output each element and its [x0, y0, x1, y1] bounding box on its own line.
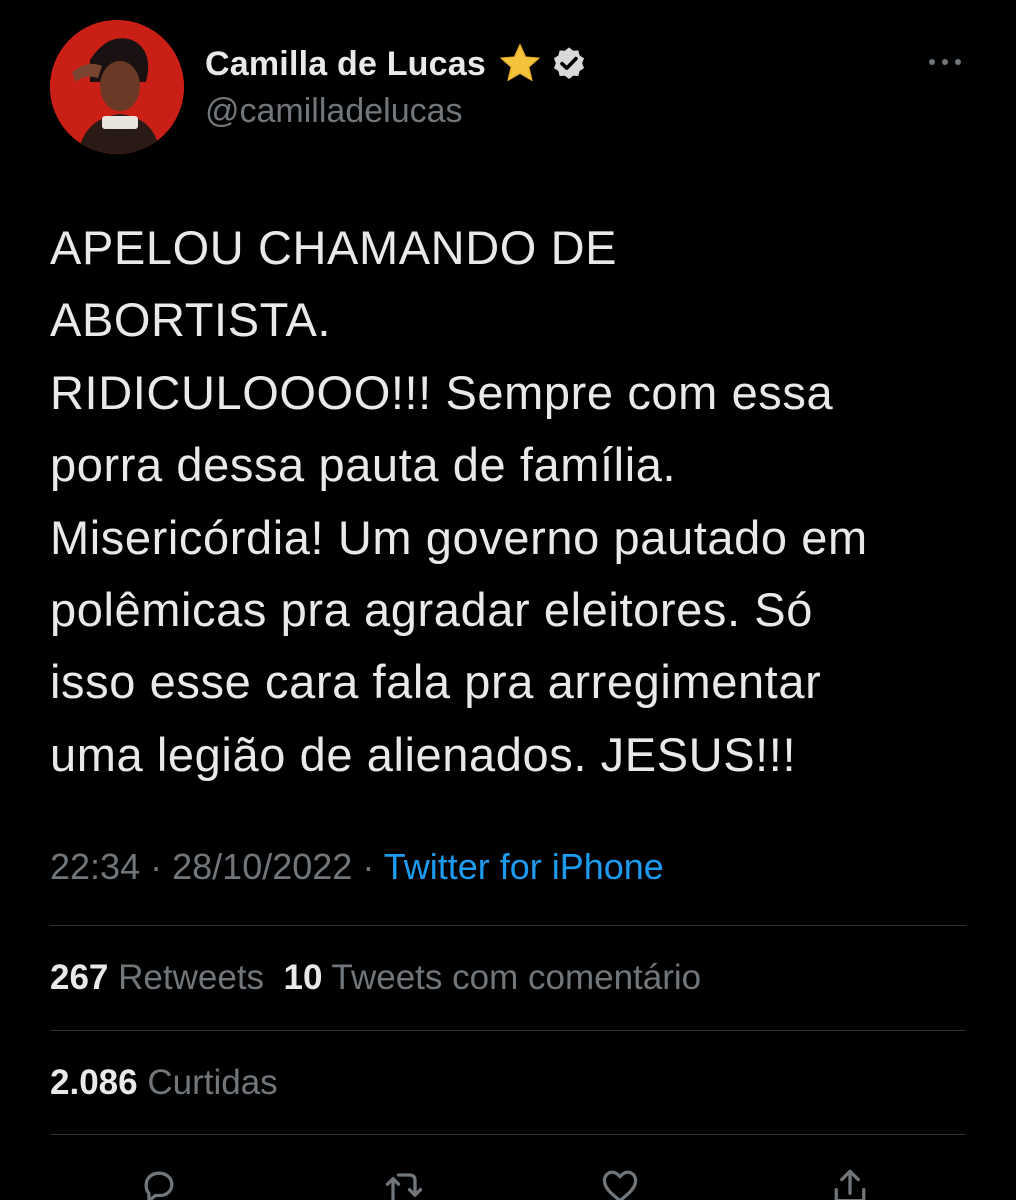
tweet-text-line: RIDICULOOOO!!! Sempre com essa	[50, 365, 834, 419]
tweet-text-line: APELOU CHAMANDO DE	[50, 221, 618, 274]
divider	[50, 925, 966, 926]
more-options-icon[interactable]	[924, 52, 966, 72]
quotes-stat[interactable]: 10 Tweets com comentário	[284, 958, 702, 997]
handle[interactable]: @camilladelucas	[205, 92, 463, 131]
divider	[50, 1030, 966, 1031]
quotes-label: Tweets com comentário	[331, 958, 702, 997]
meta-separator: ·	[362, 846, 375, 887]
likes-stats-row: 2.086 Curtidas	[50, 1063, 278, 1103]
quotes-count: 10	[283, 958, 323, 997]
tweet-text-line: porra dessa pauta de família.	[50, 438, 677, 492]
meta-separator: ·	[150, 846, 163, 887]
retweets-label: Retweets	[118, 958, 265, 997]
retweet-icon[interactable]	[382, 1164, 426, 1200]
tweet-source-link[interactable]: Twitter for iPhone	[384, 846, 664, 887]
tweet-actions-bar	[0, 1160, 1016, 1200]
tweet-text-line: isso esse cara fala pra arregimentar	[50, 655, 822, 709]
retweets-count: 267	[50, 958, 109, 997]
tweet-text: APELOU CHAMANDO DE ABORTISTA. RIDICULOOO…	[50, 212, 990, 791]
tweet-text-line: ABORTISTA.	[50, 293, 332, 347]
likes-stat[interactable]: 2.086 Curtidas	[50, 1063, 278, 1102]
star-icon	[500, 43, 540, 82]
tweet-metadata: 22:34 · 28/10/2022 · Twitter for iPhone	[50, 846, 664, 888]
tweet-text-line: uma legião de alienados. JESUS!!!	[50, 727, 797, 781]
share-icon[interactable]	[828, 1164, 872, 1200]
author-name-row[interactable]: Camilla de Lucas	[205, 40, 588, 88]
likes-label: Curtidas	[147, 1063, 278, 1102]
avatar-image	[50, 20, 184, 154]
verified-icon	[553, 47, 585, 80]
divider	[50, 1134, 966, 1135]
reply-icon[interactable]	[137, 1164, 181, 1200]
display-name[interactable]: Camilla de Lucas	[205, 45, 486, 84]
tweet: Camilla de Lucas @camilladelucas APELOU …	[0, 0, 1016, 1200]
tweet-text-line: polêmicas pra agradar eleitores. Só	[50, 583, 813, 637]
tweet-text-line: Misericórdia! Um governo pautado em	[50, 510, 868, 564]
retweets-stat[interactable]: 267 Retweets	[50, 958, 264, 997]
tweet-time[interactable]: 22:34	[50, 846, 140, 887]
retweet-stats-row: 267 Retweets 10 Tweets com comentário	[50, 958, 701, 998]
likes-count: 2.086	[50, 1063, 138, 1102]
like-icon[interactable]	[598, 1164, 642, 1200]
tweet-date[interactable]: 28/10/2022	[172, 846, 352, 887]
avatar[interactable]	[50, 20, 184, 154]
